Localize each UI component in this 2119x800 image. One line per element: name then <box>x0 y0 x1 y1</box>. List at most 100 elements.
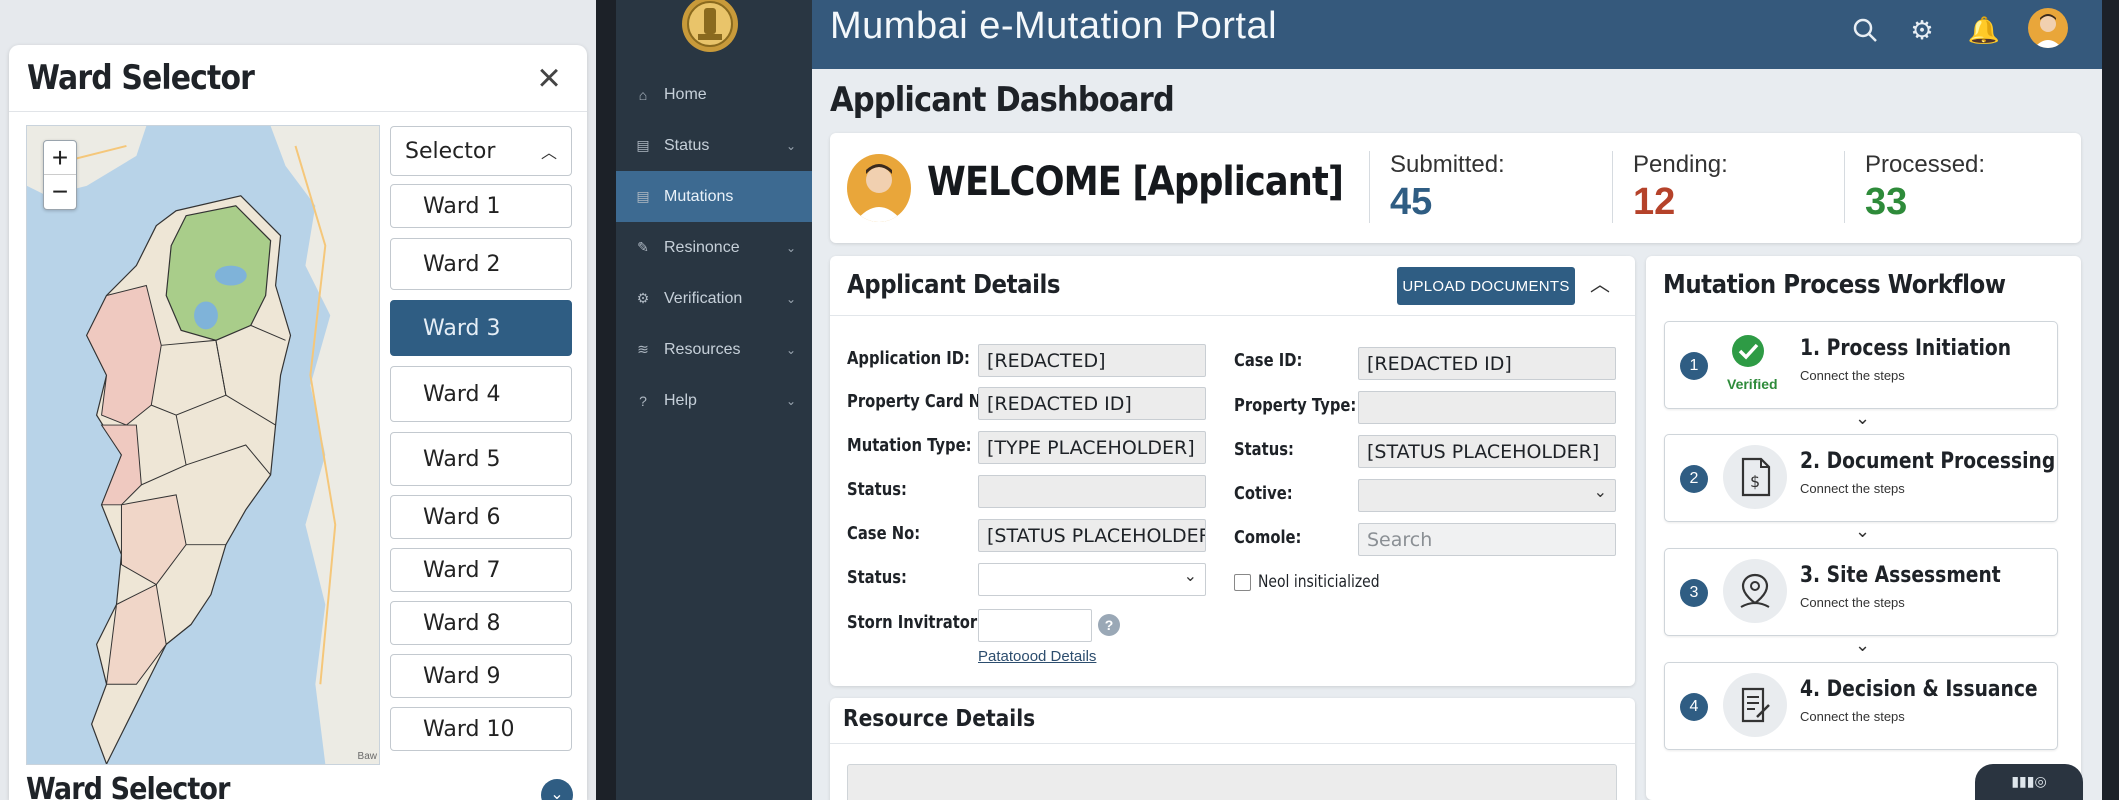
status-field[interactable]: [STATUS PLACEHOLDER] <box>1358 435 1616 468</box>
welcome-text: WELCOME [Applicant] <box>927 159 1344 205</box>
resource-details-title: Resource Details <box>843 706 1036 732</box>
page-title: Applicant Dashboard <box>830 80 1175 120</box>
zoom-in-button[interactable]: + <box>44 141 76 175</box>
ward-map[interactable]: + − Baw <box>26 125 380 765</box>
applicant-details-title: Applicant Details <box>847 270 1061 300</box>
chevron-down-icon: ⌄ <box>1855 635 1871 655</box>
step-title: 4. Decision & Issuance <box>1800 677 2038 702</box>
sidebar-item-label: Mutations <box>664 187 734 205</box>
mutation-type-field[interactable]: [TYPE PLACEHOLDER] <box>978 431 1206 464</box>
map-zoom-control: + − <box>43 140 77 210</box>
stat-value: 33 <box>1865 181 1908 223</box>
status-dropdown[interactable] <box>978 563 1206 596</box>
sidebar-item-help[interactable]: ? Help ⌄ <box>616 375 812 426</box>
emblem-logo <box>682 0 738 52</box>
workflow-step-3[interactable]: 3 3. Site Assessment Connect the steps <box>1664 548 2058 636</box>
device-frame-right <box>2102 0 2119 800</box>
map-graphic <box>27 126 379 764</box>
ward-button[interactable]: Ward 2 <box>390 238 572 290</box>
step-subtitle: Connect the steps <box>1800 709 1905 724</box>
property-type-label: Property Type: <box>1234 395 1357 416</box>
application-id-field[interactable]: [REDACTED] <box>978 344 1206 377</box>
sidebar-item-resinonce[interactable]: ✎ Resinonce ⌄ <box>616 222 812 273</box>
stat-processed: Processed: 33 <box>1844 151 1985 223</box>
sidebar-item-home[interactable]: ⌂ Home <box>616 69 812 120</box>
sidebar-item-mutations[interactable]: ▤ Mutations <box>616 171 812 222</box>
location-pin-icon <box>1723 559 1787 623</box>
sidebar-item-label: Resinonce <box>664 238 740 256</box>
details-link[interactable]: Patatoood Details <box>978 648 1096 665</box>
sidebar-item-label: Help <box>664 391 697 409</box>
ward-button[interactable]: Ward 8 <box>390 601 572 645</box>
home-icon: ⌂ <box>638 86 648 103</box>
ward-button[interactable]: Ward 1 <box>390 184 572 228</box>
search-icon[interactable] <box>1847 12 1883 48</box>
workflow-step-1[interactable]: 1 Verified 1. Process Initiation Connect… <box>1664 321 2058 409</box>
bell-icon[interactable]: 🔔 <box>1966 12 2002 48</box>
stat-submitted: Submitted: 45 <box>1369 151 1505 223</box>
stat-value: 12 <box>1633 181 1676 223</box>
chevron-down-icon: ⌄ <box>785 291 796 306</box>
step-subtitle: Connect the steps <box>1800 481 1905 496</box>
verified-label: Verified <box>1727 376 1778 392</box>
status-field[interactable] <box>978 475 1206 508</box>
step-number: 1 <box>1680 352 1708 380</box>
chevron-down-icon: ⌄ <box>785 138 796 153</box>
divider <box>830 743 1635 744</box>
case-id-label: Case ID: <box>1234 350 1303 371</box>
sidebar-item-verification[interactable]: ⚙ Verification ⌄ <box>616 273 812 324</box>
applicant-avatar <box>847 154 911 222</box>
avatar[interactable] <box>2028 8 2068 48</box>
case-no-field[interactable]: [STATUS PLACEHOLDER] <box>978 519 1206 552</box>
chevron-up-icon: ︿ <box>540 143 557 162</box>
zoom-out-button[interactable]: − <box>44 175 76 209</box>
property-card-no-field[interactable]: [REDACTED ID] <box>978 387 1206 420</box>
ward-button[interactable]: Ward 4 <box>390 366 572 422</box>
ward-button[interactable]: Ward 6 <box>390 495 572 539</box>
ward-button[interactable]: Ward 10 <box>390 707 572 751</box>
sidebar-item-status[interactable]: ▤ Status ⌄ <box>616 120 812 171</box>
floating-action-pill[interactable]: ▮▮▮◎ <box>1975 764 2083 800</box>
ward-button[interactable]: Ward 5 <box>390 432 572 486</box>
comole-label: Comole: <box>1234 527 1302 548</box>
upload-documents-button[interactable]: UPLOAD DOCUMENTS <box>1397 267 1575 305</box>
sidebar-item-label: Home <box>664 85 707 103</box>
help-icon: ? <box>639 392 647 409</box>
step-subtitle: Connect the steps <box>1800 368 1905 383</box>
app-title: Mumbai e-Mutation Portal <box>830 5 1278 47</box>
step-number: 4 <box>1680 693 1708 721</box>
chevron-down-icon: ⌄ <box>1855 408 1871 428</box>
sidebar-item-label: Resources <box>664 340 741 358</box>
mutation-type-label: Mutation Type: <box>847 435 972 456</box>
neol-checkbox[interactable] <box>1234 574 1251 591</box>
ward-button[interactable]: Ward 9 <box>390 654 572 698</box>
check-icon <box>1731 334 1765 373</box>
case-id-field[interactable]: [REDACTED ID] <box>1358 347 1616 380</box>
status-label: Status: <box>847 567 907 588</box>
ward-selector-dropdown[interactable]: Selector ︿ <box>390 126 572 176</box>
storn-invitrator-field[interactable] <box>978 609 1092 642</box>
workflow-step-4[interactable]: 4 4. Decision & Issuance Connect the ste… <box>1664 662 2058 750</box>
expand-button[interactable]: ⌄ <box>541 779 573 800</box>
stat-value: 45 <box>1390 181 1433 223</box>
resource-content-area <box>847 764 1617 800</box>
search-input[interactable]: Search <box>1358 523 1616 556</box>
gear-icon[interactable]: ⚙ <box>1904 12 1940 48</box>
sidebar-item-resources[interactable]: ≋ Resources ⌄ <box>616 324 812 375</box>
chevron-up-icon[interactable]: ︿ <box>1590 268 1610 297</box>
cotive-dropdown[interactable] <box>1358 479 1616 512</box>
ward-button[interactable]: Ward 7 <box>390 548 572 592</box>
ward-selector-footer-title: Ward Selector <box>26 771 230 800</box>
step-number: 2 <box>1680 465 1708 493</box>
ward-selector-footer: Ward Selector ⌄ <box>26 767 573 800</box>
checklist-icon <box>1723 673 1787 737</box>
close-icon[interactable]: × <box>529 58 569 98</box>
sidebar-item-label: Status <box>664 136 710 154</box>
ward-button[interactable]: Ward 3 <box>390 300 572 356</box>
gear-icon: ⚙ <box>636 290 650 306</box>
chevron-down-icon: ⌄ <box>785 342 796 357</box>
ward-buttons: Ward 1 Ward 2 Ward 3 Ward 4 Ward 5 Ward 6 Ward… <box>390 184 572 751</box>
property-type-field[interactable] <box>1358 391 1616 424</box>
workflow-step-2[interactable]: 2 $ 2. Document Processing Connect the s… <box>1664 434 2058 522</box>
help-icon[interactable]: ? <box>1098 614 1120 636</box>
